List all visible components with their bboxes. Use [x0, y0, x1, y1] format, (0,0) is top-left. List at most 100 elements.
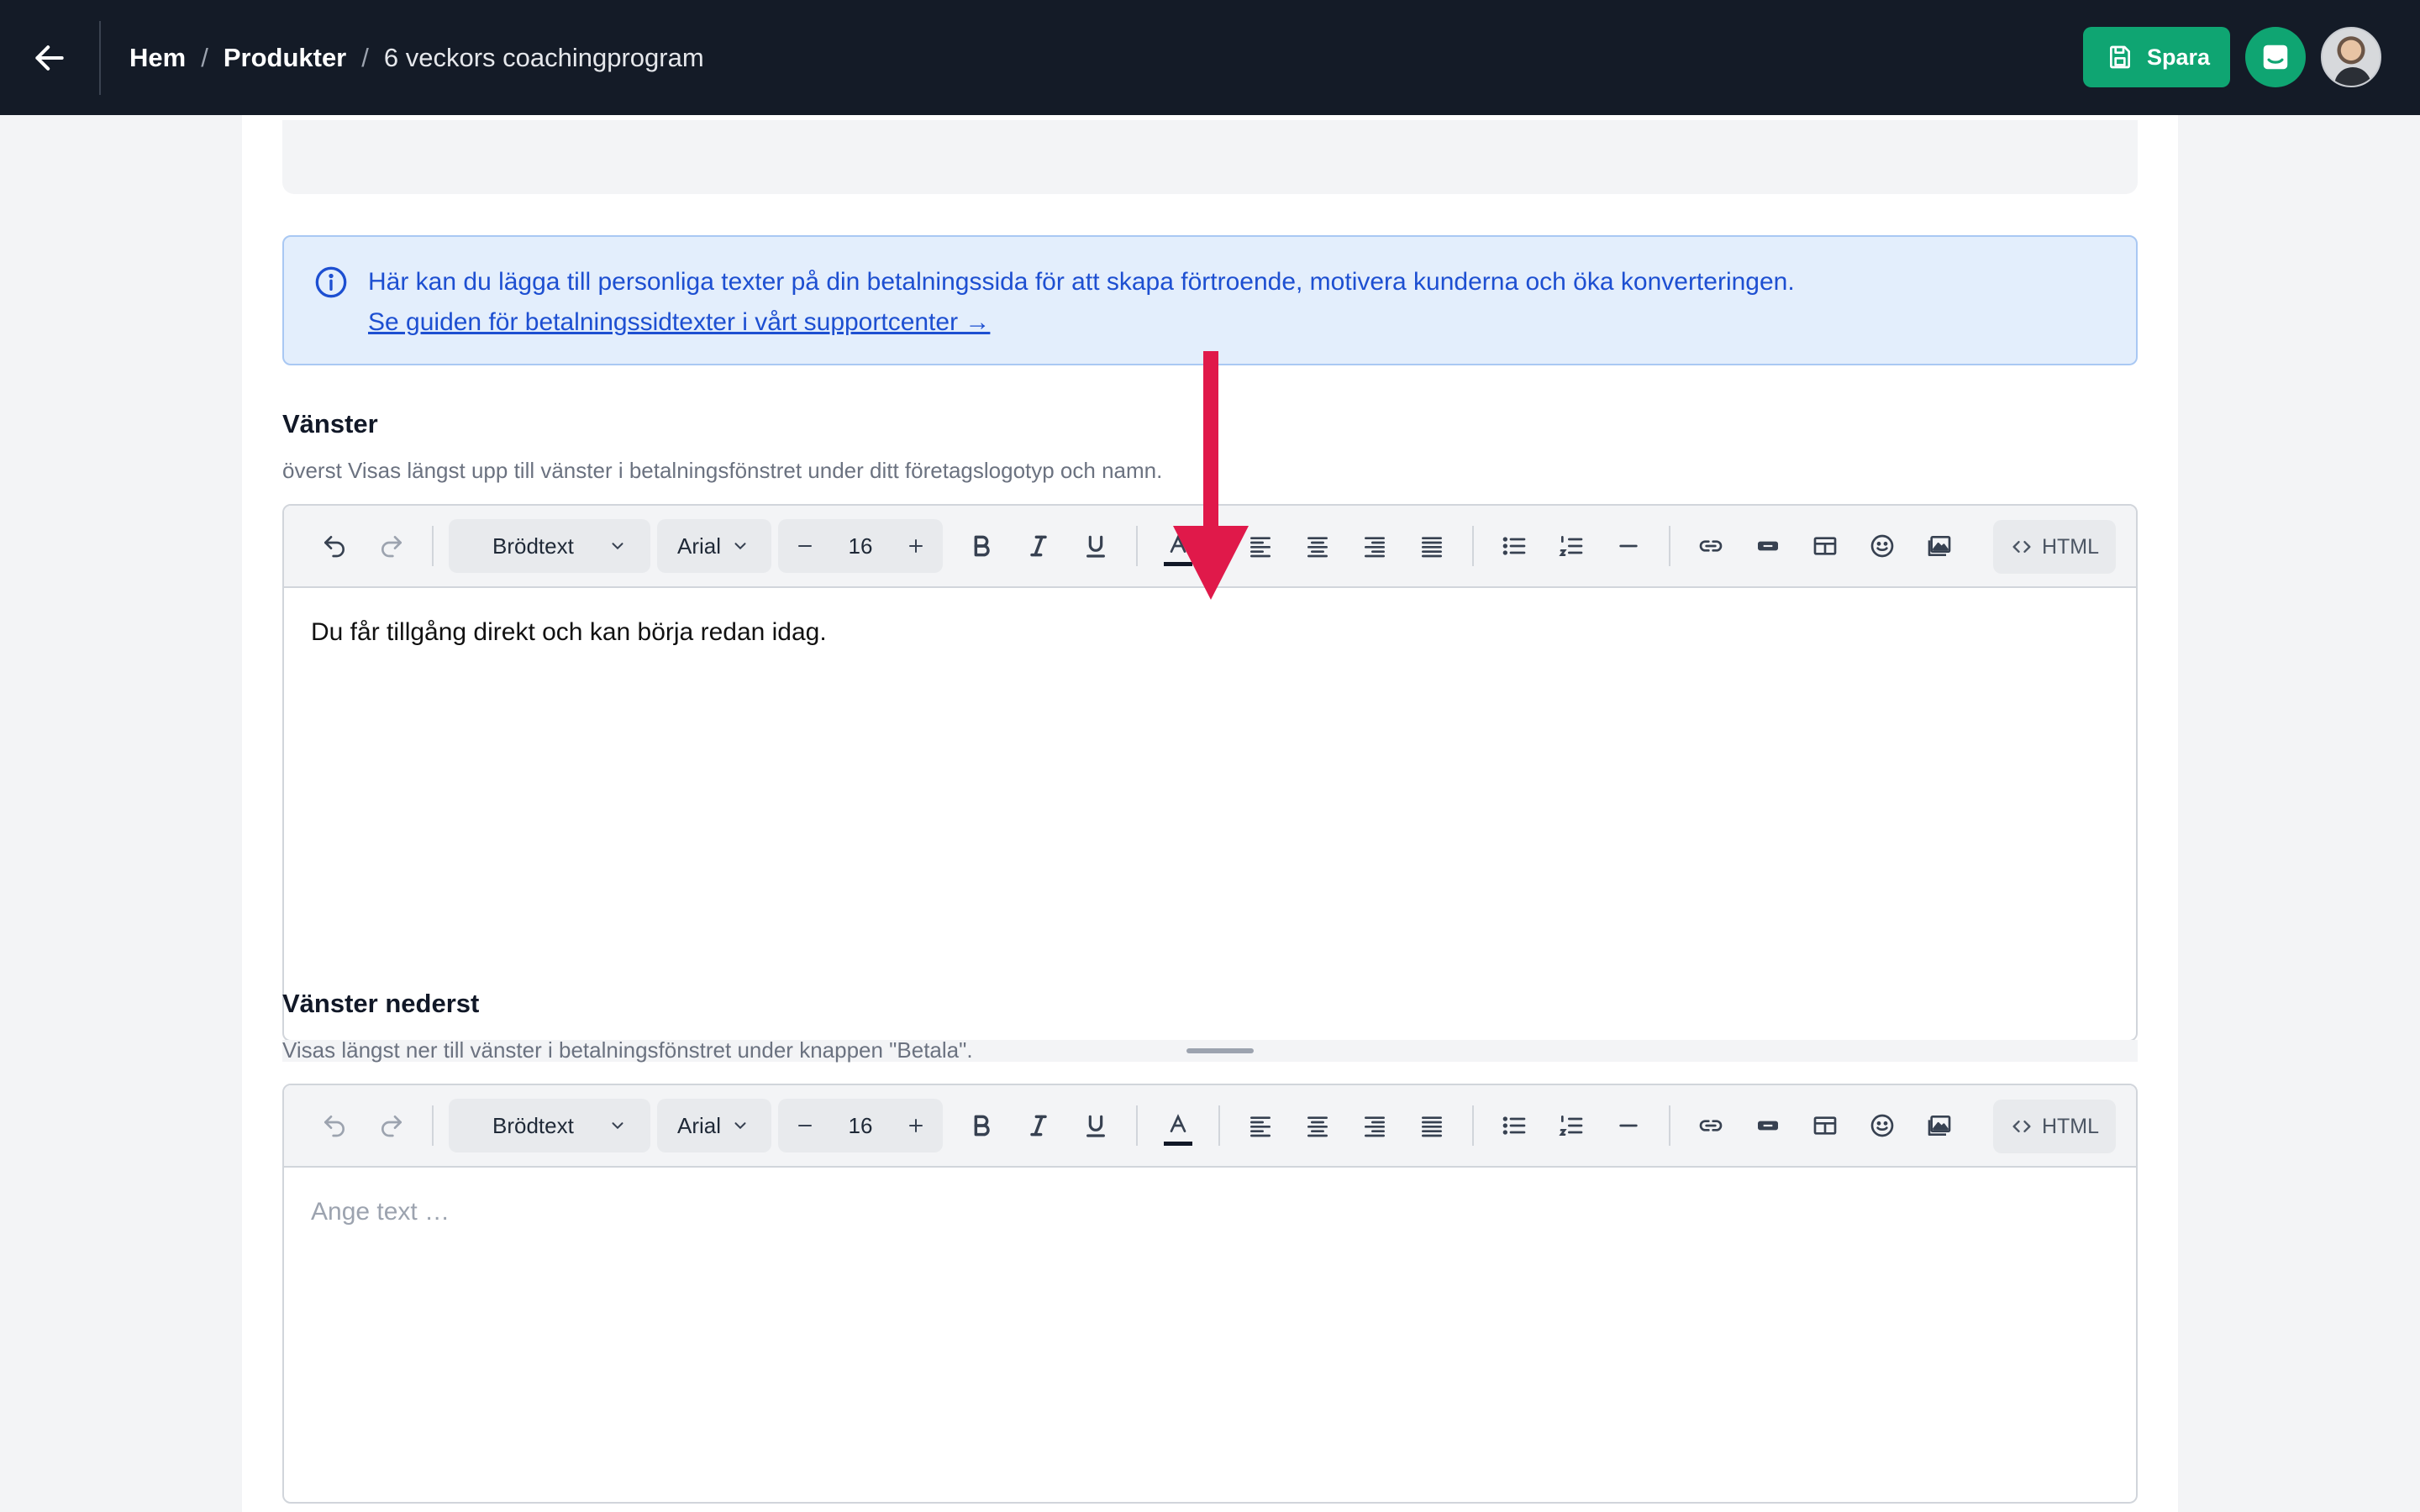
italic-icon[interactable] — [1010, 517, 1067, 575]
previous-field-area — [282, 120, 2138, 194]
back-button[interactable] — [0, 20, 101, 95]
field-title-left-top: Vänster — [282, 409, 378, 438]
plus-icon — [908, 1119, 923, 1132]
underline-icon[interactable] — [1067, 517, 1124, 575]
html-source-button[interactable]: HTML — [1992, 520, 2116, 574]
toolbar-divider — [1472, 526, 1474, 566]
font-family-select[interactable]: Arial — [657, 1099, 771, 1152]
chevron-down-icon — [612, 543, 623, 550]
breadcrumb-home[interactable]: Hem — [129, 43, 186, 73]
toolbar-divider — [1669, 1105, 1670, 1146]
underline-icon[interactable] — [1067, 1097, 1124, 1154]
bold-icon[interactable] — [953, 517, 1010, 575]
align-right-icon[interactable] — [1346, 1097, 1403, 1154]
info-text: Här kan du lägga till personliga texter … — [368, 268, 1795, 296]
horizontal-rule-icon[interactable] — [1600, 1097, 1657, 1154]
text-style-select[interactable]: Brödtext — [449, 1099, 650, 1152]
decrease-size-button[interactable] — [786, 528, 823, 564]
font-size-value[interactable]: 16 — [849, 533, 873, 559]
html-source-button[interactable]: HTML — [1992, 1100, 2116, 1153]
chat-icon — [2263, 45, 2288, 70]
increase-size-button[interactable] — [897, 1107, 934, 1144]
redo-icon[interactable] — [363, 1097, 420, 1154]
emoji-icon[interactable] — [1854, 1097, 1911, 1154]
chevron-down-icon — [612, 1122, 623, 1130]
toolbar-divider — [1136, 526, 1138, 566]
align-justify-icon[interactable] — [1403, 517, 1460, 575]
font-family-select[interactable]: Arial — [657, 519, 771, 573]
topbar-actions: Spara — [2082, 27, 2381, 87]
field-description-left-top: överst Visas längst upp till vänster i b… — [282, 458, 1163, 483]
toolbar-divider — [1472, 1105, 1474, 1146]
html-button-label: HTML — [2041, 1114, 2099, 1138]
bold-icon[interactable] — [953, 1097, 1010, 1154]
align-justify-icon[interactable] — [1403, 1097, 1460, 1154]
field-title-left-bottom: Vänster nederst — [282, 989, 480, 1018]
redo-icon[interactable] — [363, 517, 420, 575]
editor-toolbar: Brödtext Arial 16 HTML — [284, 1085, 2136, 1168]
image-gallery-icon[interactable] — [1911, 1097, 1968, 1154]
breadcrumb-current: 6 veckors coachingprogram — [383, 42, 704, 72]
image-gallery-icon[interactable] — [1911, 517, 1968, 575]
undo-icon[interactable] — [306, 517, 363, 575]
table-icon[interactable] — [1797, 517, 1854, 575]
chat-button[interactable] — [2245, 27, 2306, 87]
info-icon — [315, 266, 347, 298]
top-bar: Hem / Produkter / 6 veckors coachingprog… — [0, 0, 2420, 115]
italic-icon[interactable] — [1010, 1097, 1067, 1154]
plus-icon — [908, 539, 923, 553]
bullet-list-icon[interactable] — [1486, 1097, 1543, 1154]
table-icon[interactable] — [1797, 1097, 1854, 1154]
button-element-icon[interactable] — [1739, 517, 1797, 575]
html-button-label: HTML — [2041, 534, 2099, 559]
font-color-swatch — [1164, 1142, 1192, 1146]
text-style-select[interactable]: Brödtext — [449, 519, 650, 573]
breadcrumb: Hem / Produkter / 6 veckors coachingprog… — [129, 43, 704, 73]
font-color-icon[interactable] — [1150, 1097, 1207, 1154]
increase-size-button[interactable] — [897, 528, 934, 564]
numbered-list-icon[interactable] — [1543, 517, 1600, 575]
link-icon[interactable] — [1682, 1097, 1739, 1154]
code-icon — [2012, 1121, 2031, 1132]
align-right-icon[interactable] — [1346, 517, 1403, 575]
breadcrumb-separator: / — [201, 42, 208, 72]
font-family-value: Arial — [677, 1112, 722, 1138]
font-family-value: Arial — [677, 533, 722, 559]
link-icon[interactable] — [1682, 517, 1739, 575]
minus-icon — [798, 1125, 812, 1126]
main-card: Här kan du lägga till personliga texter … — [242, 115, 2178, 1512]
save-button-label: Spara — [2146, 44, 2210, 70]
support-guide-link[interactable]: Se guiden för betalningssidtexter i vårt… — [368, 308, 990, 336]
decrease-size-button[interactable] — [786, 1107, 823, 1144]
breadcrumb-products[interactable]: Produkter — [224, 43, 346, 73]
align-center-icon[interactable] — [1289, 1097, 1346, 1154]
toolbar-divider — [1218, 1105, 1220, 1146]
numbered-list-icon[interactable] — [1543, 1097, 1600, 1154]
bullet-list-icon[interactable] — [1486, 517, 1543, 575]
undo-icon[interactable] — [306, 1097, 363, 1154]
arrow-down-icon — [1173, 351, 1249, 600]
editor-content-placeholder[interactable]: Ange text … — [284, 1168, 2136, 1257]
button-element-icon[interactable] — [1739, 1097, 1797, 1154]
avatar[interactable] — [2321, 27, 2381, 87]
text-style-value: Brödtext — [492, 1112, 574, 1138]
field-description-left-bottom: Visas längst ner till vänster i betalnin… — [282, 1037, 973, 1063]
info-banner: Här kan du lägga till personliga texter … — [282, 235, 2138, 365]
horizontal-rule-icon[interactable] — [1600, 517, 1657, 575]
align-center-icon[interactable] — [1289, 517, 1346, 575]
rich-text-editor-left-bottom: Brödtext Arial 16 HTML Ange text … — [282, 1084, 2138, 1504]
toolbar-divider — [432, 1105, 434, 1146]
toolbar-divider — [432, 526, 434, 566]
emoji-icon[interactable] — [1854, 517, 1911, 575]
code-icon — [2012, 541, 2031, 553]
chevron-down-icon — [734, 543, 746, 550]
align-left-icon[interactable] — [1232, 1097, 1289, 1154]
toolbar-divider — [1669, 526, 1670, 566]
font-size-stepper: 16 — [778, 1099, 943, 1152]
save-button[interactable]: Spara — [2082, 27, 2230, 87]
chevron-down-icon — [734, 1122, 746, 1130]
font-size-value[interactable]: 16 — [849, 1113, 873, 1139]
text-style-value: Brödtext — [492, 533, 574, 559]
toolbar-divider — [1136, 1105, 1138, 1146]
resize-handle[interactable] — [1186, 1048, 1254, 1053]
